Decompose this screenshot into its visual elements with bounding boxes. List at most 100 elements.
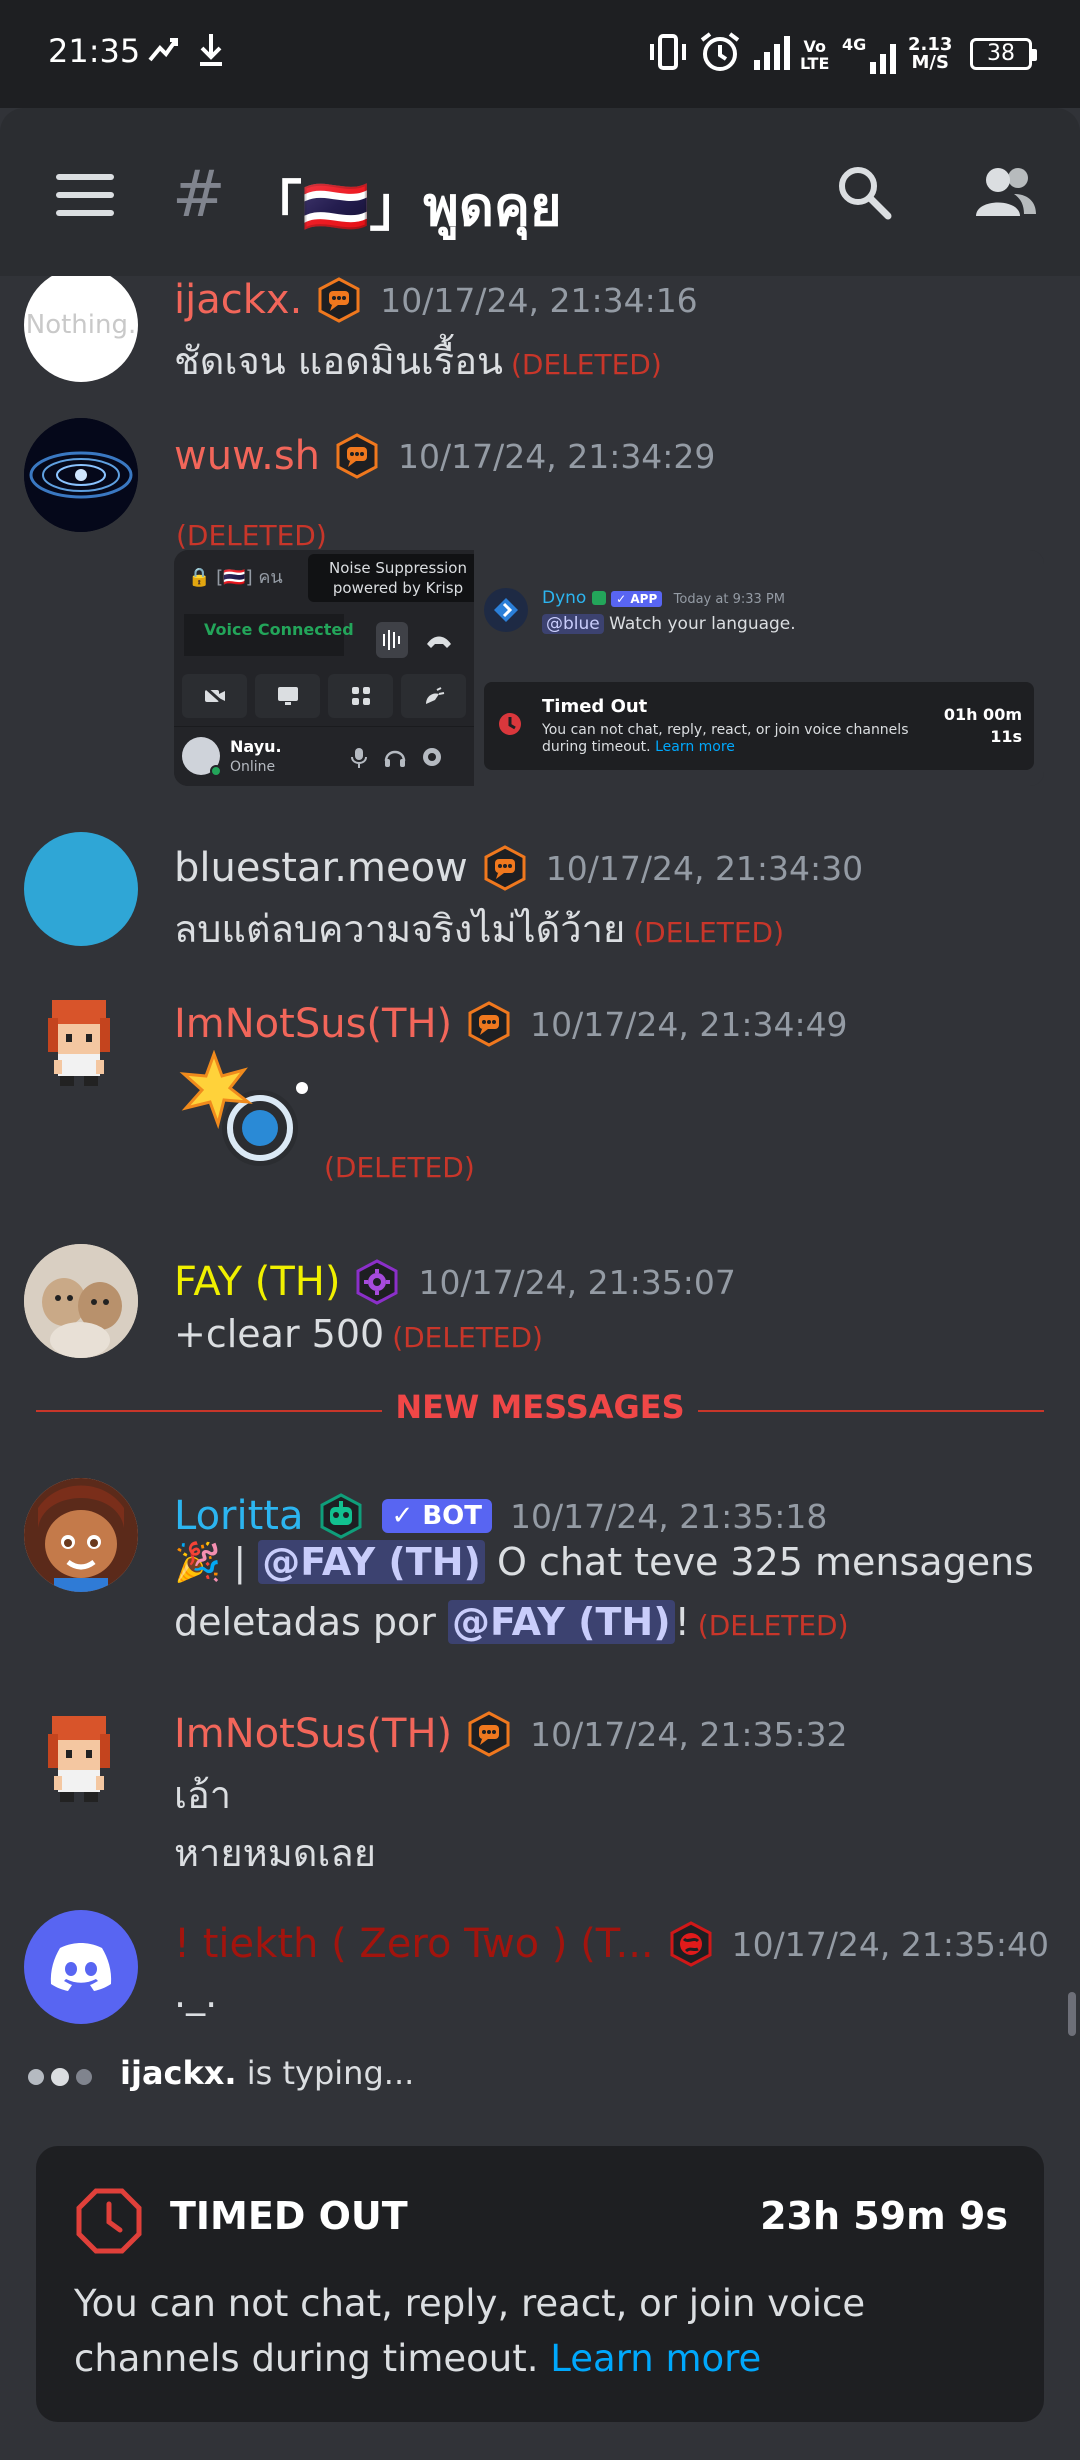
net-speed: 2.13 M/S [908,36,952,72]
message-list[interactable]: Nothing. ijackx. 10/17/24, 21:34:16 ชัดเ… [0,276,1080,2038]
cat-avatar-image [24,1244,138,1358]
download-icon [192,30,230,74]
lock-icon: 🔒 [188,567,211,588]
new-messages-label: NEW MESSAGES [382,1388,698,1426]
pixel-avatar-image [48,1716,110,1802]
attachment-user-name: Nayu. [230,737,282,756]
timeout-description: You can not chat, reply, react, or join … [74,2276,1014,2386]
scrollbar-thumb[interactable] [1068,1992,1076,2036]
attachment-timeout-time-1: 01h 00m [943,705,1022,724]
role-robot-icon [320,1493,361,1539]
attachment-timeout-title: Timed Out [542,696,648,717]
user-mention[interactable]: @FAY (TH) [258,1540,485,1584]
learn-more-link[interactable]: Learn more [550,2337,761,2380]
role-globe-icon [670,1921,712,1967]
volte-indicator: Vo LTE [800,38,829,72]
image-attachment[interactable]: 🔒 [🇹🇭] คน Noise Suppression powered by K… [174,550,1044,786]
members-icon[interactable] [974,164,1038,224]
message-text: ลบแต่ลบความจริงไม่ได้ว้าย [174,907,626,951]
typing-dots-icon [26,2066,96,2092]
avatar-image [24,418,138,532]
timeout-timer: 23h 59m 9s [760,2194,1008,2238]
avatar[interactable] [24,1704,138,1818]
noise-title: Noise Suppression [329,559,467,577]
attachment-timeout-desc: You can not chat, reply, react, or join … [542,722,942,756]
avatar[interactable]: Nothing. [24,276,138,382]
svg-text:4G: 4G [842,35,866,54]
username[interactable]: ImNotSus(TH) [174,1711,452,1757]
avatar[interactable] [24,988,138,1102]
timestamp: 10/17/24, 21:34:29 [398,436,716,476]
timeout-title: TIMED OUT [170,2194,408,2238]
channel-header: # 「🇹🇭」พูดคุย [0,108,1080,276]
typing-text: ijackx. is typing... [120,2054,414,2092]
message[interactable]: Nothing. ijackx. 10/17/24, 21:34:16 ชัดเ… [0,276,1080,398]
attachment-timeout-card: Timed Out You can not chat, reply, react… [484,682,1034,770]
timeout-notice: TIMED OUT 23h 59m 9s You can not chat, r… [36,2146,1044,2422]
avatar[interactable] [24,1244,138,1358]
disconnect-icon [427,636,451,648]
message-text: +clear 500 [174,1312,385,1356]
message-text: deletadas por [174,1600,448,1644]
typing-user: ijackx. [120,2054,237,2092]
message[interactable]: ImNotSus(TH) 10/17/24, 21:34:49 (DELETED… [0,988,1080,1228]
dyno-mention: @blue [542,614,604,634]
avatar[interactable] [24,418,138,532]
app-badge: ✓ APP [611,591,663,607]
username[interactable]: bluestar.meow [174,845,468,891]
attachment-right-panel: Dyno ✓ APP Today at 9:33 PM @blue Watch … [474,550,1044,786]
typing-indicator: ijackx. is typing... [0,2038,1080,2112]
message[interactable]: FAY (TH) 10/17/24, 21:35:07 +clear 500 (D… [0,1244,1080,1374]
message[interactable]: ! tiekth ( Zero Two ) (T... 10/17/24, 21… [0,1910,1080,2038]
avatar[interactable] [24,832,138,946]
avatar[interactable] [24,1910,138,2024]
username[interactable]: ijackx. [174,277,302,323]
message-line-1: 🎉 | @FAY (TH) O chat teve 325 mensagens [174,1540,1034,1585]
username[interactable]: wuw.sh [174,433,320,479]
message[interactable]: Loritta ✓ BOT 10/17/24, 21:35:18 🎉 | @FA… [0,1478,1080,1678]
username[interactable]: ImNotSus(TH) [174,1001,452,1047]
headphones-icon [384,750,406,767]
explosion-ball-sticker [179,1049,308,1166]
message[interactable]: bluestar.meow 10/17/24, 21:34:30 ลบแต่ลบ… [0,832,1080,962]
deleted-tag: (DELETED) [697,1609,849,1642]
timestamp: 10/17/24, 21:34:30 [545,848,864,888]
deleted-tag: (DELETED) [511,348,662,381]
microphone-icon [351,748,367,768]
volte-bottom: LTE [800,54,830,73]
deleted-tag: (DELETED) [324,1151,475,1184]
bot-tag: ✓ BOT [381,1499,492,1533]
noise-suppression-icon [376,622,408,658]
attachment-channel-label: 🔒 [🇹🇭] คน [188,562,283,591]
online-dot [210,765,222,777]
dyno-role-icon [591,591,606,605]
role-hexagon-icon [318,277,360,323]
dyno-header: Dyno ✓ APP Today at 9:33 PM [542,588,785,608]
message-text: เอ้า [174,1773,232,1817]
user-mention[interactable]: @FAY (TH) [447,1600,675,1644]
search-icon[interactable] [836,164,892,224]
message-text: ชัดเจน แอดมินเรื้อน [174,339,503,383]
attachment-user-status: Online [230,759,276,775]
message[interactable]: ImNotSus(TH) 10/17/24, 21:35:32 เอ้า หาย… [0,1704,1080,1894]
noise-suppression-tooltip: Noise Suppression powered by Krisp [308,554,488,602]
dyno-name: Dyno [542,588,587,608]
attachment-left-panel: 🔒 [🇹🇭] คน Noise Suppression powered by K… [174,550,488,786]
timeout-clock-icon [76,2188,142,2258]
avatar[interactable] [24,1478,138,1592]
deleted-tag: (DELETED) [176,519,327,552]
channel-title[interactable]: 「🇹🇭」พูดคุย [248,162,562,249]
username[interactable]: Loritta [174,1493,304,1539]
attachment-user-bar: Nayu. Online [174,726,474,786]
voice-connected-label: Voice Connected [204,620,354,639]
message-text: O chat teve 325 mensagens [484,1540,1034,1584]
channel-hash-icon: # [172,158,226,232]
username[interactable]: FAY (TH) [174,1259,340,1305]
username[interactable]: ! tiekth ( Zero Two ) (T... [174,1921,654,1967]
sticker-image[interactable] [174,1049,320,1174]
attachment-timeout-link: Learn more [655,739,735,755]
signal-icon [752,30,792,78]
dyno-avatar-icon [484,588,528,632]
message-text: หายหมดเลย [174,1831,376,1875]
hamburger-menu-icon[interactable] [56,174,114,220]
